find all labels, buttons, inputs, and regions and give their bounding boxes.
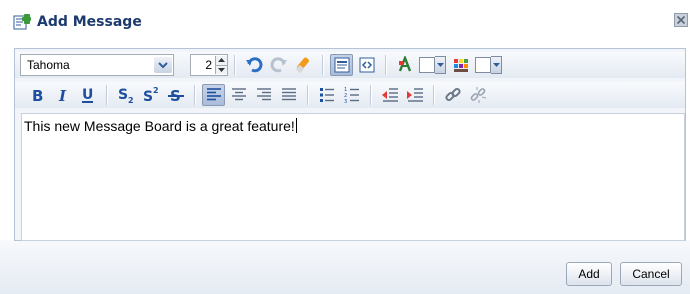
chevron-down-icon[interactable]	[154, 57, 172, 73]
underline-icon[interactable]: U	[76, 84, 99, 106]
spin-down-icon[interactable]	[216, 64, 227, 74]
numbered-list-icon[interactable]: 123	[340, 84, 363, 106]
align-right-icon[interactable]	[252, 84, 275, 106]
align-left-icon[interactable]	[202, 84, 225, 106]
align-center-icon[interactable]	[227, 84, 250, 106]
message-text-area[interactable]: This new Message Board is a great featur…	[21, 113, 685, 241]
toolbar-separator	[370, 85, 371, 105]
outdent-icon[interactable]	[378, 84, 401, 106]
font-size-stepper[interactable]: 2	[190, 54, 228, 76]
close-icon[interactable]	[674, 12, 688, 27]
link-icon[interactable]	[441, 84, 464, 106]
background-color-picker[interactable]	[475, 56, 502, 74]
text-color-picker[interactable]	[419, 56, 446, 74]
redo-icon[interactable]	[267, 54, 290, 76]
toolbar-row-2: B I U S2 S2 S	[15, 82, 685, 108]
superscript-icon[interactable]: S2	[139, 84, 162, 106]
svg-text:S: S	[118, 87, 128, 103]
toolbar-separator	[385, 55, 386, 75]
source-mode-icon[interactable]	[355, 54, 378, 76]
font-family-value: Tahoma	[27, 58, 70, 72]
svg-text:3: 3	[344, 99, 347, 104]
add-button[interactable]: Add	[566, 262, 612, 286]
justify-icon[interactable]	[277, 84, 300, 106]
italic-icon[interactable]: I	[51, 84, 74, 106]
clear-formatting-icon[interactable]	[292, 54, 315, 76]
svg-text:B: B	[32, 87, 43, 104]
font-size-spin-buttons[interactable]	[215, 56, 227, 74]
svg-text:S: S	[143, 89, 153, 104]
rich-text-editor: Tahoma 2 B I U S 2 S 2 1 2 3 This new Me…	[14, 48, 686, 241]
dialog-header: Add Message	[13, 12, 142, 32]
background-color-swatch	[475, 57, 491, 73]
rich-text-mode-icon[interactable]	[330, 54, 353, 76]
message-content: This new Message Board is a great featur…	[24, 118, 295, 134]
add-message-icon	[13, 13, 31, 31]
subscript-icon[interactable]: S2	[114, 84, 137, 106]
toolbar-separator	[307, 85, 308, 105]
bulleted-list-icon[interactable]	[315, 84, 338, 106]
chevron-down-icon[interactable]	[435, 56, 446, 74]
unlink-icon[interactable]	[466, 84, 489, 106]
undo-icon[interactable]	[242, 54, 265, 76]
chevron-down-icon[interactable]	[491, 56, 502, 74]
svg-text:I: I	[58, 87, 67, 104]
strikethrough-icon[interactable]: S	[164, 84, 187, 106]
spin-up-icon[interactable]	[216, 56, 227, 65]
toolbar-separator	[234, 55, 235, 75]
background-color-icon[interactable]	[449, 54, 472, 76]
svg-text:2: 2	[128, 96, 134, 104]
add-message-dialog: Add Message Tahoma 2 B I U S 2 S 2 1 2 3…	[0, 0, 690, 294]
toolbar-separator	[433, 85, 434, 105]
font-family-select[interactable]: Tahoma	[20, 54, 174, 76]
font-size-value: 2	[205, 58, 212, 72]
toolbar-separator	[322, 55, 323, 75]
text-caret	[295, 118, 297, 133]
toolbar-separator	[194, 85, 195, 105]
bold-icon[interactable]: B	[26, 84, 49, 106]
svg-text:2: 2	[153, 86, 159, 95]
indent-icon[interactable]	[403, 84, 426, 106]
toolbar-row-1: Tahoma 2	[15, 52, 685, 78]
dialog-title: Add Message	[37, 14, 142, 30]
text-color-icon[interactable]	[393, 54, 416, 76]
cancel-button[interactable]: Cancel	[620, 262, 682, 286]
svg-text:U: U	[82, 87, 93, 103]
text-color-swatch	[419, 57, 435, 73]
toolbar-separator	[106, 85, 107, 105]
